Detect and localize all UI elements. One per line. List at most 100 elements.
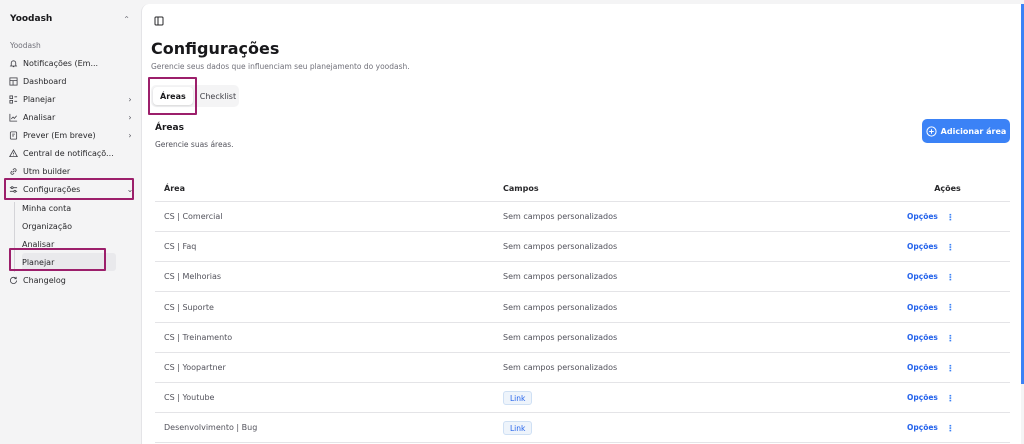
options-link[interactable]: Opções [907,393,938,402]
sidebar-subitem-minha-conta[interactable]: Minha conta [22,199,116,217]
sidebar-toggle-icon[interactable] [154,16,164,26]
options-link[interactable]: Opções [907,272,938,281]
chevron-down-icon: ⌄ [126,184,134,194]
cell-area: CS | Treinamento [164,332,233,342]
refresh-icon [8,275,19,286]
table-row: Desenvolvimento | Bug Link Opções ··· [155,413,1010,444]
cell-campos: Sem campos personalizados [503,242,618,252]
row-options: Opções ··· [907,423,954,432]
cell-area: CS | Faq [164,242,197,252]
chevron-up-down-icon: ⌃ [123,14,130,24]
row-options: Opções ··· [907,212,954,221]
chart-line-icon [8,112,19,123]
sidebar-item-label: Planejar [23,94,56,104]
sidebar-subitem-label: Organização [22,221,73,231]
section-title: Áreas [155,123,184,133]
sidebar-subitem-planejar[interactable]: Planejar [22,253,116,271]
cell-campos: Sem campos personalizados [503,212,618,221]
options-link[interactable]: Opções [907,423,938,432]
section-subtitle: Gerencie suas áreas. [155,140,234,149]
sidebar-subitem-label: Analisar [22,239,55,249]
table-row: CS | Comercial Sem campos personalizados O… [155,202,1010,232]
sidebar-group-label: Yoodash [10,41,41,50]
options-link[interactable]: Opções [907,333,938,342]
row-options: Opções ··· [907,303,954,312]
sidebar-subitem-label: Minha conta [22,203,72,213]
sidebar-item-label: Central de notificaçõ... [23,148,114,158]
campos-link-badge[interactable]: Link [503,391,533,406]
sidebar-item-changelog[interactable]: Changelog [8,271,134,289]
sidebar-item-utm-builder[interactable]: Utm builder [8,162,134,180]
add-area-button[interactable]: Adicionar área [922,119,1010,143]
tab-areas[interactable]: Áreas [153,87,193,105]
plus-circle-icon [926,125,937,137]
table-row: CS | Treinamento Sem campos personalizado… [155,323,1010,353]
box-icon [8,130,19,141]
tabs: Áreas Checklist [151,85,239,107]
sidebar-item-notificacoes[interactable]: Notificações (Em... [8,54,134,72]
table-row: CS | Suporte Sem campos personalizados Opç… [155,293,1010,323]
sidebar-item-dashboard[interactable]: Dashboard [8,72,134,90]
cell-campos: Sem campos personalizados [503,363,618,372]
header-acoes: Ações [934,184,961,193]
table-row: CS | Yoopartner Sem campos personalizados… [155,353,1010,383]
sidebar-item-configuracoes[interactable]: Configurações ⌄ [8,180,134,198]
row-options: Opções ··· [907,242,954,251]
table-row: CS | Melhorias Sem campos personalizados O… [155,262,1010,293]
sidebar-item-analisar[interactable]: Analisar › [8,108,134,126]
cell-campos: Sem campos personalizados [503,332,618,342]
sidebar-item-label: Configurações [23,184,81,194]
more-vertical-icon[interactable]: ··· [944,424,954,431]
sliders-icon [8,184,19,195]
row-options: Opções ··· [907,363,954,372]
sidebar-subitem-analisar[interactable]: Analisar [22,235,116,253]
options-link[interactable]: Opções [907,363,938,372]
dashboard-icon [8,76,19,87]
campos-link-badge[interactable]: Link [503,421,533,436]
sidebar-item-central-notificacoes[interactable]: Central de notificaçõ... [8,144,134,162]
chevron-right-icon: › [128,94,132,104]
main-panel: Configurações Gerencie seus dados que in… [141,4,1021,444]
chevron-right-icon: › [128,112,132,122]
add-area-label: Adicionar área [940,126,1007,136]
options-link[interactable]: Opções [907,212,938,221]
header-area: Área [164,184,185,193]
cell-area: CS | Yoopartner [164,363,226,372]
workspace-switcher[interactable]: Yoodash ⌃ [10,12,130,26]
cell-area: CS | Melhorias [164,272,222,282]
cell-area: Desenvolvimento | Bug [164,423,258,433]
tab-checklist[interactable]: Checklist [193,87,243,105]
row-options: Opções ··· [907,393,954,402]
sidebar-item-label: Dashboard [23,76,67,86]
options-link[interactable]: Opções [907,303,938,312]
sidebar-item-label: Prever (Em breve) [23,130,96,140]
chevron-right-icon: › [128,130,132,140]
cell-area: CS | Suporte [164,302,214,312]
cell-area: CS | Youtube [164,393,215,403]
sidebar-item-label: Notificações (Em... [23,58,99,68]
more-vertical-icon[interactable]: ··· [944,213,954,220]
kanban-icon [8,94,19,105]
sidebar-subitem-organizacao[interactable]: Organização [22,217,116,235]
table-header: Área Campos Ações [155,176,1010,202]
table-row: CS | Faq Sem campos personalizados Opções ·… [155,232,1010,263]
sidebar-item-planejar[interactable]: Planejar › [8,90,134,108]
sidebar-item-prever[interactable]: Prever (Em breve) › [8,126,134,144]
more-vertical-icon[interactable]: ··· [944,364,954,371]
sidebar-subitem-label: Planejar [22,257,55,267]
header-campos: Campos [503,184,539,193]
more-vertical-icon[interactable]: ··· [944,243,954,250]
more-vertical-icon[interactable]: ··· [944,334,954,341]
page-title: Configurações [151,39,280,58]
row-options: Opções ··· [907,333,954,342]
options-link[interactable]: Opções [907,242,938,251]
sidebar-item-label: Utm builder [23,166,71,176]
sidebar-item-label: Analisar [23,112,56,122]
workspace-name: Yoodash [10,14,53,24]
more-vertical-icon[interactable]: ··· [944,273,954,280]
link-icon [8,166,19,177]
more-vertical-icon[interactable]: ··· [944,394,954,401]
more-vertical-icon[interactable]: ··· [944,303,954,310]
cell-campos: Sem campos personalizados [503,272,618,282]
row-options: Opções ··· [907,272,954,281]
